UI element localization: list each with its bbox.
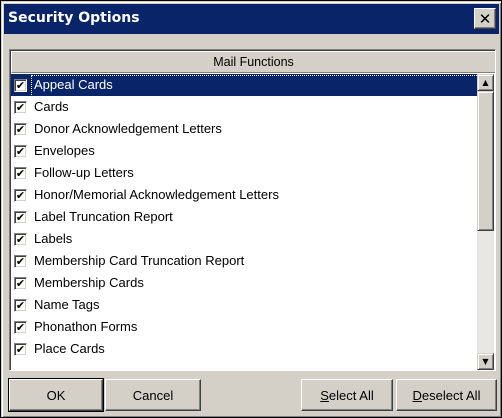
item-checkbox[interactable]: ✔	[14, 232, 27, 246]
list-item[interactable]: ✔ Honor/Memorial Acknowledgement Letters	[11, 184, 479, 206]
item-checkbox[interactable]: ✔	[14, 122, 27, 136]
ok-button[interactable]: OK	[8, 378, 104, 412]
scroll-up-button[interactable]: ▲	[477, 74, 494, 91]
list-item-label: Labels	[34, 231, 73, 246]
deselect-all-mnemonic: D	[412, 387, 422, 403]
item-checkbox[interactable]: ✔	[14, 210, 27, 224]
list-item-label: Place Cards	[34, 341, 105, 356]
list-item[interactable]: ✔ Appeal Cards	[11, 74, 479, 97]
list-item[interactable]: ✔ Follow-up Letters	[11, 162, 479, 184]
list-item-label: Cards	[34, 99, 69, 114]
item-checkbox[interactable]: ✔	[14, 78, 27, 92]
item-checkbox[interactable]: ✔	[14, 100, 27, 114]
list-item-label: Membership Card Truncation Report	[34, 253, 245, 268]
select-all-label: elect All	[328, 387, 374, 403]
item-checkbox[interactable]: ✔	[14, 298, 27, 312]
item-checkbox[interactable]: ✔	[14, 276, 27, 290]
close-icon: ✕	[478, 9, 492, 28]
scrollbar-thumb[interactable]	[477, 91, 494, 231]
list-item-label: Membership Cards	[34, 275, 144, 290]
list-item[interactable]: ✔ Place Cards	[11, 338, 479, 360]
security-options-dialog: Security Options ✕ Mail Functions ✔ Appea…	[0, 0, 502, 418]
item-checkbox[interactable]: ✔	[14, 320, 27, 334]
list-item-label: Envelopes	[34, 143, 95, 158]
list-item-label: Honor/Memorial Acknowledgement Letters	[34, 187, 279, 202]
close-button[interactable]: ✕	[474, 8, 496, 29]
column-header-mail-functions[interactable]: Mail Functions	[11, 51, 495, 73]
list-item[interactable]: ✔ Donor Acknowledgement Letters	[11, 118, 479, 140]
list-item[interactable]: ✔ Labels	[11, 228, 479, 250]
list-item-label: Name Tags	[34, 297, 100, 312]
list-item[interactable]: ✔ Membership Card Truncation Report	[11, 250, 479, 272]
vertical-scrollbar[interactable]: ▲ ▼	[477, 74, 494, 370]
deselect-all-label: eselect All	[421, 387, 481, 403]
item-checkbox[interactable]: ✔	[14, 254, 27, 268]
list-item[interactable]: ✔ Cards	[11, 96, 479, 118]
list-item-label: Phonathon Forms	[34, 319, 138, 334]
mail-functions-list: Mail Functions ✔ Appeal Cards ✔ Cards ✔ Donor…	[9, 49, 496, 371]
arrow-up-icon: ▲	[482, 78, 489, 87]
deselect-all-button[interactable]: Deselect All	[396, 379, 497, 411]
scroll-down-button[interactable]: ▼	[477, 353, 494, 370]
ok-button-label: OK	[46, 387, 66, 403]
list-item-label: Label Truncation Report	[34, 209, 173, 224]
select-all-button[interactable]: Select All	[301, 379, 393, 411]
list-item[interactable]: ✔ Name Tags	[11, 294, 479, 316]
list-rows: ✔ Appeal Cards ✔ Cards ✔ Donor Acknowledgemen…	[11, 74, 479, 370]
list-item[interactable]: ✔ Label Truncation Report	[11, 206, 479, 228]
cancel-button[interactable]: Cancel	[105, 379, 201, 411]
cancel-button-label: Cancel	[132, 387, 174, 403]
select-all-mnemonic: S	[320, 387, 329, 403]
list-item-label: Appeal Cards	[32, 76, 115, 94]
item-checkbox[interactable]: ✔	[14, 342, 27, 356]
arrow-down-icon: ▼	[482, 357, 489, 366]
window-title: Security Options	[8, 10, 140, 26]
list-item[interactable]: ✔ Membership Cards	[11, 272, 479, 294]
item-checkbox[interactable]: ✔	[14, 166, 27, 180]
list-item-label: Follow-up Letters	[34, 165, 134, 180]
list-item[interactable]: ✔ Phonathon Forms	[11, 316, 479, 338]
list-item[interactable]: ✔ Envelopes	[11, 140, 479, 162]
item-checkbox[interactable]: ✔	[14, 188, 27, 202]
item-checkbox[interactable]: ✔	[14, 144, 27, 158]
title-bar[interactable]: Security Options ✕	[4, 4, 499, 34]
list-item-label: Donor Acknowledgement Letters	[34, 121, 222, 136]
